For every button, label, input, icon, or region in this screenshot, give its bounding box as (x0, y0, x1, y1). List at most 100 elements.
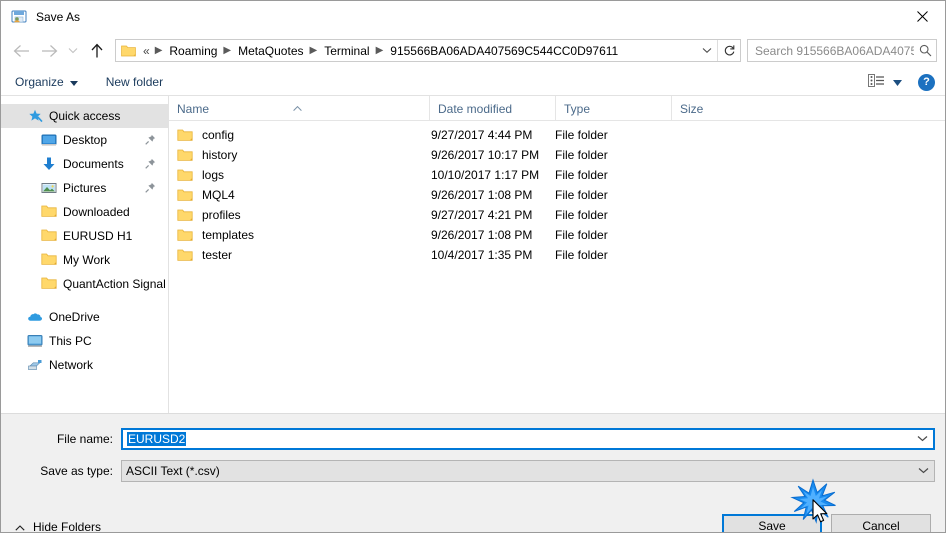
new-folder-button[interactable]: New folder (106, 75, 163, 89)
sidebar-item-onedrive[interactable]: OneDrive (1, 305, 168, 329)
breadcrumb-item-roaming[interactable]: Roaming (167, 44, 219, 58)
file-type-cell: File folder (555, 188, 608, 202)
table-row[interactable]: MQL4 9/26/2017 1:08 PM File folder (169, 185, 945, 205)
chevron-down-icon[interactable] (912, 467, 934, 474)
file-date-cell: 9/26/2017 10:17 PM (431, 148, 540, 162)
breadcrumb-sep-icon: ▶ (223, 45, 232, 56)
pin-icon[interactable] (145, 158, 156, 169)
column-header-name[interactable]: Name (169, 96, 429, 120)
save-as-type-select[interactable]: ASCII Text (*.csv) (121, 459, 935, 482)
breadcrumb-item-terminal[interactable]: Terminal (322, 44, 371, 58)
column-header-type[interactable]: Type (555, 96, 671, 120)
pin-icon[interactable] (145, 182, 156, 193)
refresh-button[interactable] (717, 40, 740, 61)
caret-up-icon (293, 100, 302, 114)
folder-icon (177, 248, 193, 262)
onedrive-icon (27, 309, 43, 325)
save-as-icon (11, 9, 27, 25)
sidebar-item-eurusd-h1[interactable]: EURUSD H1 (1, 224, 168, 248)
breadcrumb: « ▶ Roaming ▶ MetaQuotes ▶ Terminal ▶ 91… (141, 44, 697, 58)
file-name-label: profiles (202, 208, 241, 222)
chevron-down-icon[interactable] (911, 435, 933, 442)
organize-button[interactable]: Organize (15, 75, 78, 89)
file-name-input[interactable]: EURUSD2 (121, 427, 935, 450)
recent-locations-button[interactable] (63, 38, 83, 64)
column-header-label: Date modified (438, 102, 513, 116)
new-folder-label: New folder (105, 75, 164, 89)
navigation-pane: Quick access Desktop Documents Pictures … (1, 96, 169, 413)
table-row[interactable]: config 9/27/2017 4:44 PM File folder (169, 125, 945, 145)
table-row[interactable]: history 9/26/2017 10:17 PM File folder (169, 145, 945, 165)
up-button[interactable] (83, 38, 111, 64)
folder-icon (177, 188, 193, 202)
pin-icon[interactable] (145, 134, 156, 145)
breadcrumb-overflow[interactable]: « (141, 44, 151, 58)
hide-folders-button[interactable]: Hide Folders (15, 520, 102, 533)
sidebar-item-label: Quick access (49, 109, 121, 123)
sidebar-item-quantaction-signal[interactable]: QuantAction Signal (1, 272, 168, 296)
file-name-cell: logs (169, 168, 429, 182)
file-name-selected-text: EURUSD2 (127, 431, 187, 446)
column-header-date-modified[interactable]: Date modified (429, 96, 555, 120)
file-name-cell: MQL4 (169, 188, 429, 202)
sidebar-item-quick-access[interactable]: Quick access (1, 104, 168, 128)
save-as-dialog: Save As « ▶ Roaming ▶ MetaQuotes ▶ Termi… (0, 0, 946, 533)
table-row[interactable]: profiles 9/27/2017 4:21 PM File folder (169, 205, 945, 225)
sidebar-item-documents[interactable]: Documents (1, 152, 168, 176)
sidebar-item-downloaded[interactable]: Downloaded (1, 200, 168, 224)
file-type-cell: File folder (555, 248, 608, 262)
close-button[interactable] (899, 1, 945, 32)
sidebar-item-desktop[interactable]: Desktop (1, 128, 168, 152)
change-view-button[interactable] (868, 74, 902, 90)
column-header-label: Type (564, 102, 591, 116)
sidebar-item-label: My Work (63, 253, 111, 267)
breadcrumb-item-metaquotes[interactable]: MetaQuotes (236, 44, 305, 58)
sidebar-item-pictures[interactable]: Pictures (1, 176, 168, 200)
sidebar-item-this-pc[interactable]: This PC (1, 329, 168, 353)
sidebar-item-label: QuantAction Signal (63, 277, 166, 291)
file-rows: config 9/27/2017 4:44 PM File folder his… (169, 121, 945, 413)
file-name-label: MQL4 (202, 188, 235, 202)
caret-up-icon (15, 520, 25, 532)
forward-button[interactable] (35, 38, 63, 64)
organize-label: Organize (15, 75, 64, 89)
folder-icon (41, 228, 57, 244)
file-name-cell: config (169, 128, 429, 142)
file-name-value[interactable]: EURUSD2 (123, 431, 911, 446)
table-row[interactable]: tester 10/4/2017 1:35 PM File folder (169, 245, 945, 265)
search-box[interactable]: Search 915566BA06ADA40756... (747, 39, 937, 62)
table-row[interactable]: logs 10/10/2017 1:17 PM File folder (169, 165, 945, 185)
search-input[interactable]: Search 915566BA06ADA40756... (748, 44, 914, 58)
table-row[interactable]: templates 9/26/2017 1:08 PM File folder (169, 225, 945, 245)
file-date-cell: 9/27/2017 4:44 PM (431, 128, 533, 142)
sidebar-item-my-work[interactable]: My Work (1, 248, 168, 272)
breadcrumb-item-instance[interactable]: 915566BA06ADA407569C544CC0D97611 (388, 44, 620, 58)
sidebar-item-network[interactable]: Network (1, 353, 168, 377)
chevron-down-icon[interactable] (697, 47, 717, 54)
search-icon (914, 44, 936, 57)
file-name-cell: history (169, 148, 429, 162)
sidebar-item-label: Downloaded (63, 205, 130, 219)
column-headers: Name Date modified Type Size (169, 96, 945, 121)
file-date-cell: 9/26/2017 1:08 PM (431, 228, 533, 242)
file-type-cell: File folder (555, 228, 608, 242)
breadcrumb-sep-icon: ▶ (154, 45, 163, 56)
cancel-label: Cancel (862, 519, 900, 533)
folder-icon (121, 44, 136, 57)
file-name-label: tester (202, 248, 233, 262)
folder-icon (177, 128, 193, 142)
star-pin-icon (27, 108, 43, 124)
column-header-label: Size (680, 102, 704, 116)
this-pc-icon (27, 333, 43, 349)
hide-folders-label: Hide Folders (33, 520, 102, 533)
folder-icon (177, 148, 193, 162)
help-button[interactable]: ? (918, 73, 935, 91)
column-header-size[interactable]: Size (671, 96, 751, 120)
back-button[interactable] (7, 38, 35, 64)
cancel-button[interactable]: Cancel (831, 514, 931, 533)
address-bar[interactable]: « ▶ Roaming ▶ MetaQuotes ▶ Terminal ▶ 91… (115, 39, 741, 62)
save-button[interactable]: Save (722, 514, 822, 532)
file-name-label: templates (202, 228, 255, 242)
dialog-body: Quick access Desktop Documents Pictures … (1, 96, 945, 413)
